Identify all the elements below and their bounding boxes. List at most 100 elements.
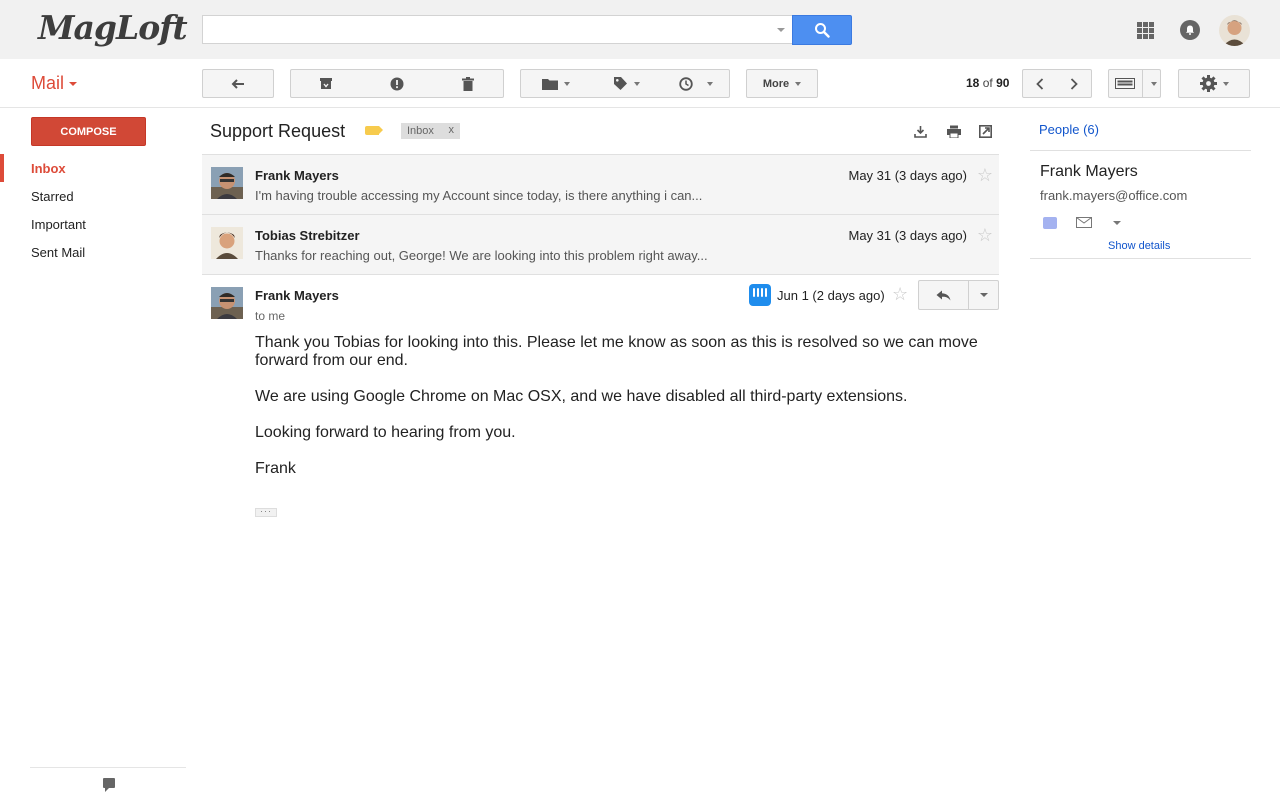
search-box[interactable] (202, 15, 793, 44)
conversation-subject: Support Request (210, 121, 346, 141)
pager-total: 90 (996, 76, 1010, 90)
mail-menu-label: Mail (31, 73, 65, 93)
chevron-down-icon (634, 81, 640, 86)
remove-label-button[interactable]: x (449, 124, 455, 136)
label-tag-icon (614, 77, 627, 90)
archive-button[interactable] (290, 69, 362, 98)
new-window-icon[interactable] (979, 125, 992, 138)
sidebar-item-starred[interactable]: Starred (31, 189, 74, 204)
newer-button[interactable] (1022, 69, 1058, 98)
chevron-right-icon (1070, 77, 1078, 90)
chevron-down-icon (1151, 81, 1157, 86)
compose-button[interactable]: COMPOSE (31, 117, 146, 146)
reply-button-group (918, 280, 999, 310)
labels-button[interactable] (591, 69, 663, 98)
print-icon[interactable] (947, 125, 961, 138)
chevron-down-icon (69, 82, 78, 87)
pager-count: 18 of 90 (966, 76, 1009, 90)
settings-button[interactable] (1178, 69, 1250, 98)
back-arrow-icon (231, 78, 244, 89)
reply-button[interactable] (919, 281, 969, 309)
message-recipients[interactable]: to me (255, 309, 285, 323)
message-body-paragraph: We are using Google Chrome on Mac OSX, a… (255, 388, 908, 405)
message-date: May 31 (3 days ago) (848, 228, 967, 243)
report-spam-icon (390, 77, 403, 90)
chevron-down-icon (564, 81, 570, 86)
star-icon[interactable]: ☆ (977, 225, 993, 246)
archive-icon (320, 78, 332, 89)
input-tools-button[interactable] (1108, 69, 1161, 98)
pager-of: of (982, 76, 993, 90)
chevron-left-icon (1036, 77, 1044, 90)
search-icon (815, 23, 830, 38)
star-icon[interactable]: ☆ (892, 284, 908, 305)
message-signature: Frank (255, 460, 296, 477)
people-link[interactable]: People (6) (1039, 122, 1099, 137)
snooze-button[interactable] (662, 69, 730, 98)
expand-all-icon[interactable] (914, 125, 927, 138)
message-sender: Frank Mayers (255, 168, 339, 183)
keyboard-icon (1115, 78, 1135, 89)
delete-button[interactable] (432, 69, 504, 98)
magloft-logo[interactable]: MagLoft (38, 8, 188, 47)
message-body-paragraph: Looking forward to hearing from you. (255, 424, 516, 441)
message-body-paragraph: Thank you Tobias for looking into this. … (255, 334, 978, 369)
pager-current: 18 (966, 76, 980, 90)
clock-icon (678, 76, 693, 91)
sidebar-item-important[interactable]: Important (31, 217, 86, 232)
expanded-message: Frank Mayers to me Jun 1 (2 days ago) ☆ … (202, 275, 999, 535)
move-to-button[interactable] (520, 69, 592, 98)
search-input[interactable] (203, 16, 763, 43)
gear-icon (1199, 75, 1217, 92)
mail-envelope-icon[interactable] (1076, 217, 1092, 228)
chevron-down-icon (795, 81, 802, 86)
message-date: Jun 1 (2 days ago) (777, 288, 885, 303)
star-icon[interactable]: ☆ (977, 165, 993, 186)
back-button[interactable] (202, 69, 274, 98)
top-bar: MagLoft (0, 0, 1280, 59)
show-details-link[interactable]: Show details (1108, 240, 1170, 252)
divider (1030, 258, 1251, 259)
intercom-icon[interactable] (749, 284, 771, 306)
apps-grid-icon[interactable] (1137, 22, 1154, 39)
message-snippet: I'm having trouble accessing my Account … (255, 188, 703, 203)
more-button[interactable]: More (746, 69, 818, 98)
avatar (211, 167, 243, 199)
older-button[interactable] (1057, 69, 1092, 98)
search-options-caret-icon[interactable] (777, 28, 785, 32)
message-sender[interactable]: Frank Mayers (255, 288, 339, 303)
account-avatar[interactable] (1219, 15, 1250, 46)
notifications-bell-icon[interactable] (1180, 20, 1200, 40)
collapsed-message[interactable]: Frank Mayers I'm having trouble accessin… (202, 154, 999, 214)
more-button-label: More (762, 77, 790, 90)
important-label-icon[interactable] (365, 126, 383, 135)
search-button[interactable] (792, 15, 852, 45)
chat-bubble-icon[interactable] (1043, 217, 1057, 229)
sidebar-item-inbox[interactable]: Inbox (31, 161, 66, 176)
chevron-down-icon[interactable] (1113, 221, 1121, 225)
message-sender: Tobias Strebitzer (255, 228, 360, 243)
divider (1142, 70, 1143, 97)
chevron-down-icon (706, 81, 713, 86)
avatar (211, 287, 243, 319)
chevron-down-icon (1222, 81, 1229, 86)
sidebar-divider (30, 767, 186, 768)
mail-menu[interactable]: Mail (31, 73, 78, 94)
report-spam-button[interactable] (361, 69, 433, 98)
avatar (211, 227, 243, 259)
trash-icon (461, 76, 474, 91)
more-options-button[interactable] (969, 281, 998, 309)
chat-icon[interactable] (103, 778, 115, 792)
active-nav-indicator (0, 154, 4, 182)
reply-arrow-icon (936, 290, 951, 300)
message-date: May 31 (3 days ago) (848, 168, 967, 183)
divider (1030, 150, 1251, 151)
contact-email: frank.mayers@office.com (1040, 188, 1188, 203)
message-snippet: Thanks for reaching out, George! We are … (255, 248, 708, 263)
show-trimmed-content-button[interactable]: ··· (255, 507, 277, 517)
collapsed-message[interactable]: Tobias Strebitzer Thanks for reaching ou… (202, 214, 999, 275)
sidebar-item-sent-mail[interactable]: Sent Mail (31, 245, 85, 260)
label-chip-text: Inbox (407, 125, 434, 137)
label-chip-inbox: Inbox x (401, 123, 460, 139)
contact-name: Frank Mayers (1040, 163, 1138, 180)
